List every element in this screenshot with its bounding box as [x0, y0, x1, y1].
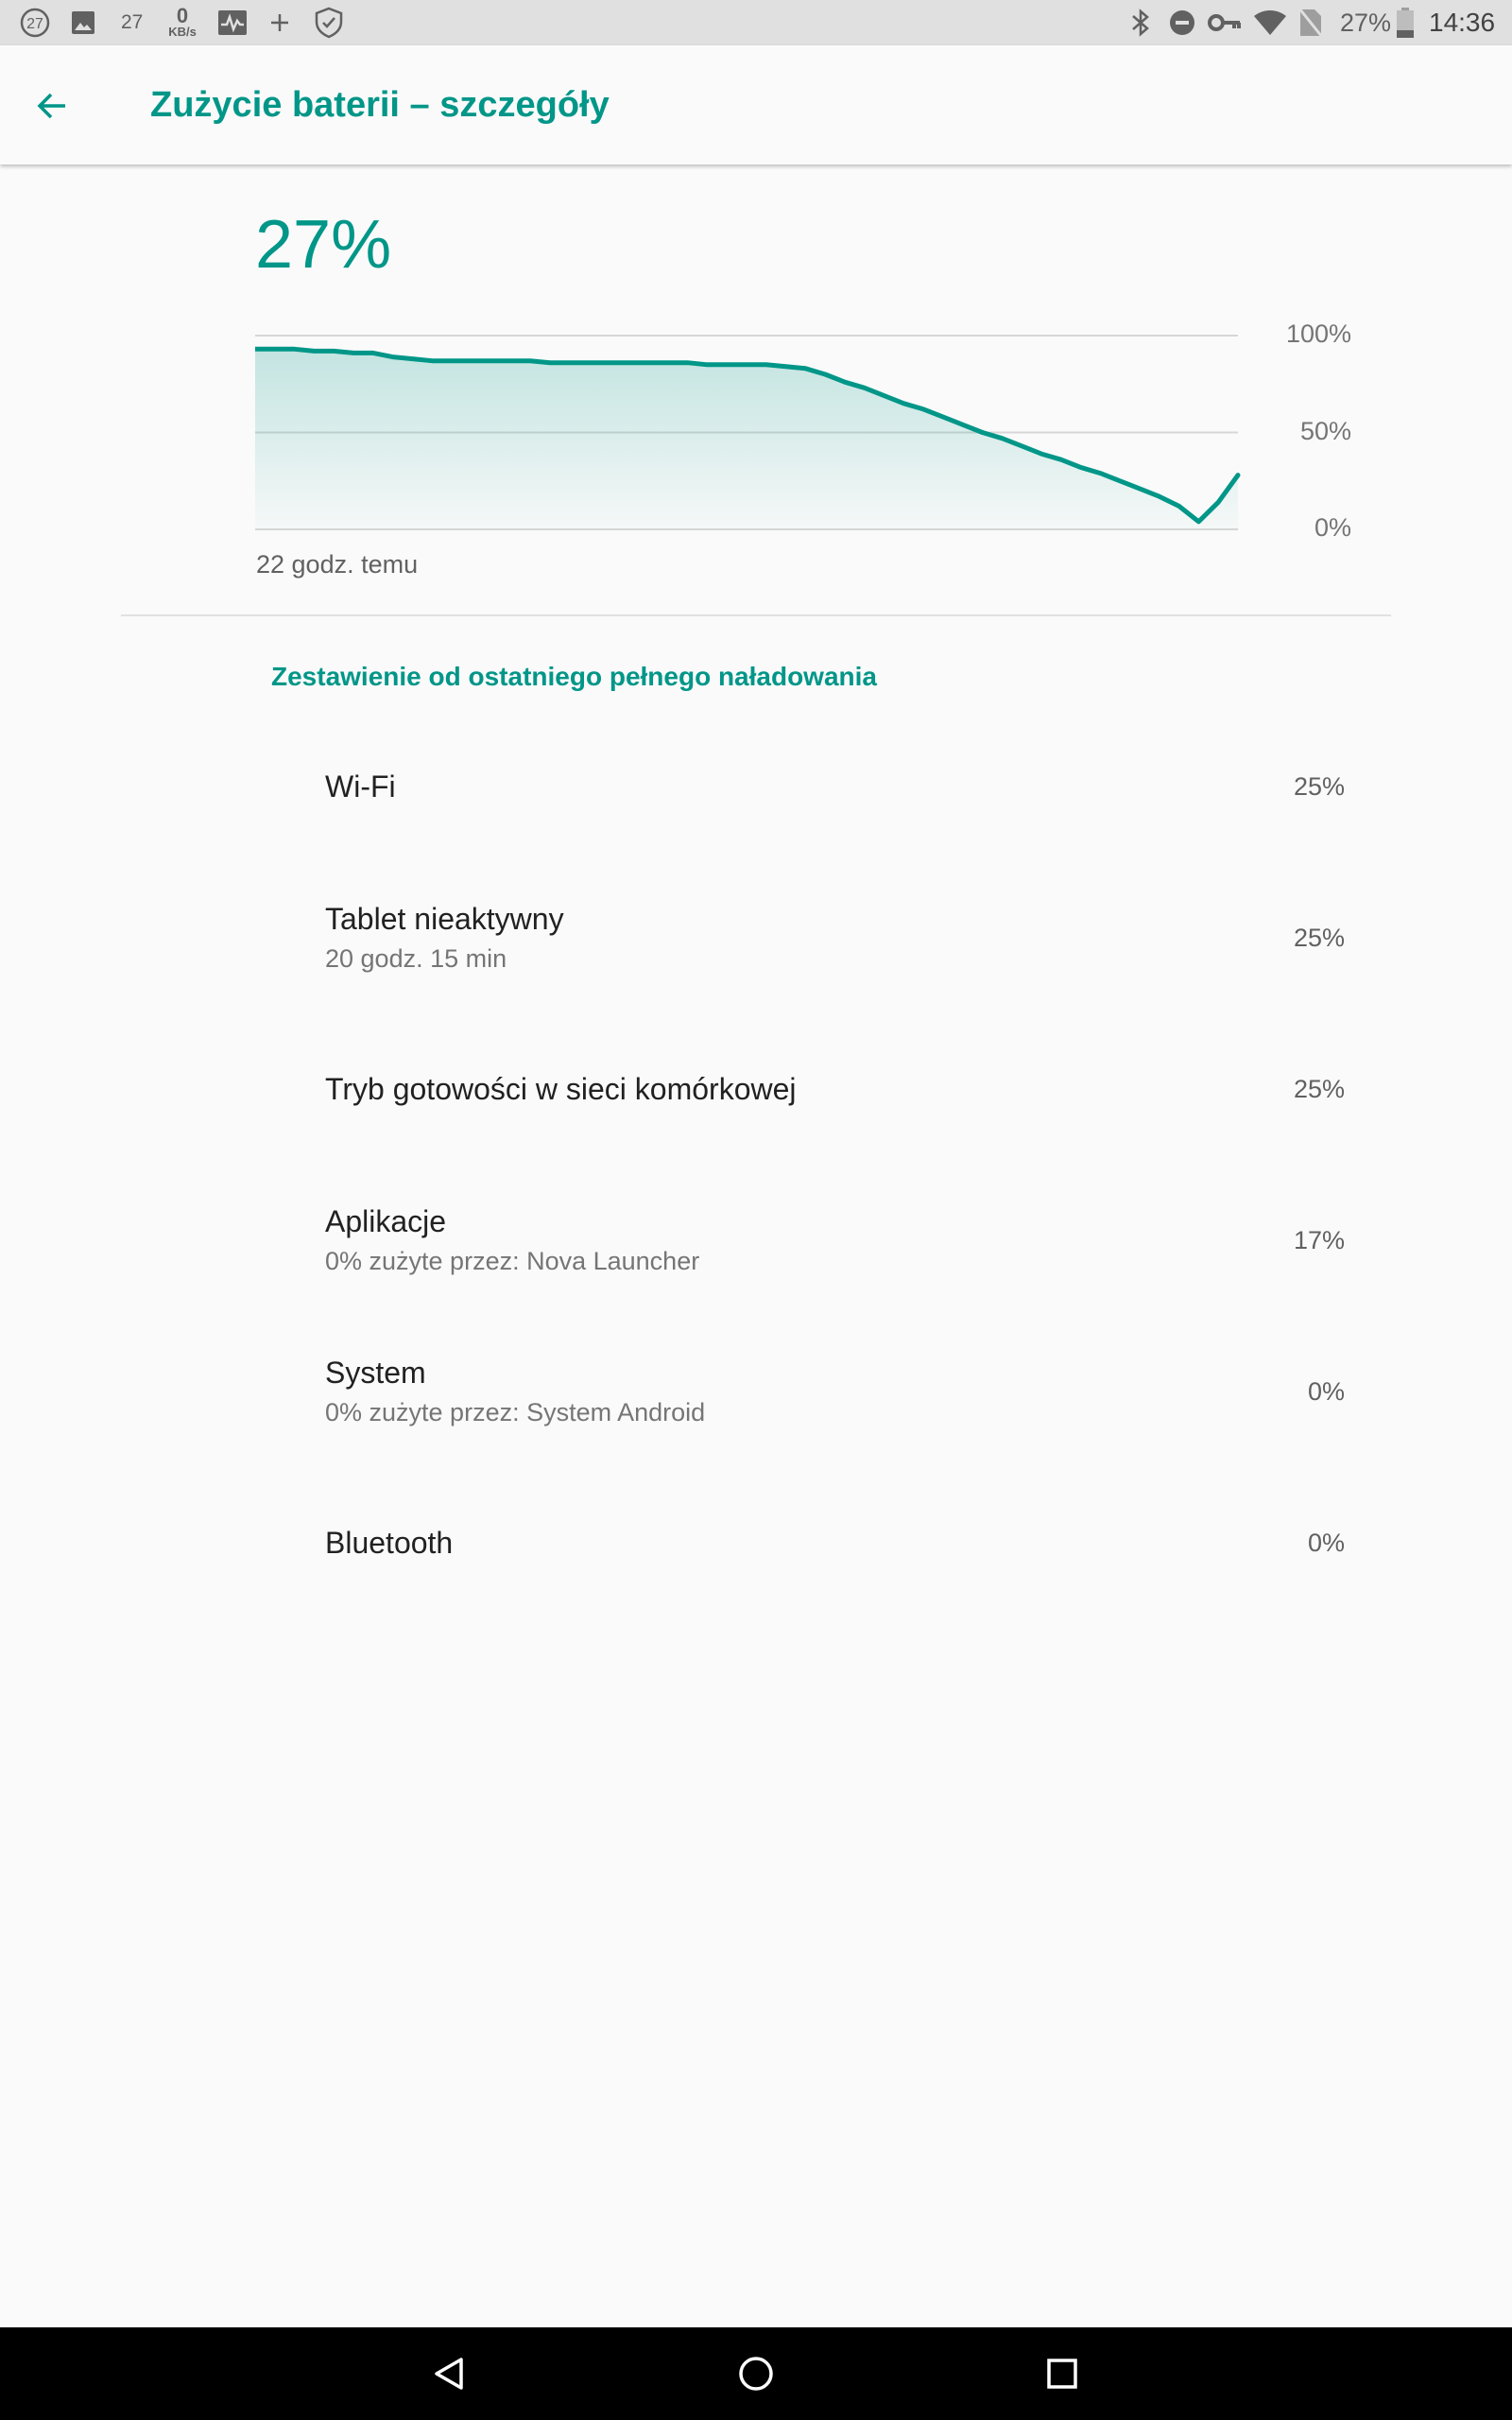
usage-item-content: System 0% zużyte przez: System Android — [325, 1316, 705, 1467]
usage-item-value: 0% — [1307, 1376, 1345, 1406]
usage-item-title: Aplikacje — [325, 1204, 447, 1238]
image-icon — [70, 0, 96, 45]
usage-item-system[interactable]: System 0% zużyte przez: System Android 0… — [0, 1316, 1512, 1467]
recents-square-icon — [1047, 2359, 1077, 2389]
vpn-key-icon — [1208, 0, 1242, 45]
usage-item-value: 25% — [1293, 1074, 1345, 1103]
usage-item-content: Bluetooth — [325, 1467, 453, 1618]
usage-item-value: 0% — [1307, 1528, 1345, 1557]
app-bar: Zużycie baterii – szczegóły — [0, 45, 1512, 164]
usage-item-summary: 0% zużyte przez: Nova Launcher — [325, 1247, 700, 1275]
battery-icon — [1397, 0, 1414, 45]
wifi-icon — [1253, 0, 1287, 45]
usage-item-apps[interactable]: Aplikacje 0% zużyte przez: Nova Launcher… — [0, 1165, 1512, 1316]
usage-item-wifi[interactable]: Wi-Fi 25% — [0, 711, 1512, 862]
usage-item-title: Tryb gotowości w sieci komórkowej — [325, 1072, 797, 1106]
back-button[interactable] — [23, 77, 81, 135]
back-triangle-icon — [435, 2358, 463, 2390]
plus-icon — [268, 0, 291, 45]
status-bar: 27 27 0 KB/s 27% 14:36 — [0, 0, 1512, 45]
net-speed-value: 0 — [176, 4, 189, 27]
usage-item-title: System — [325, 1356, 426, 1390]
notif-number: 27 — [121, 11, 144, 33]
chart-start-label: 22 godz. temu — [256, 550, 419, 579]
usage-item-tablet-idle[interactable]: Tablet nieaktywny 20 godz. 15 min 25% — [0, 862, 1512, 1013]
usage-item-content: Tablet nieaktywny 20 godz. 15 min — [325, 862, 564, 1013]
section-header: Zestawienie od ostatniego pełnego nałado… — [271, 662, 877, 691]
usage-item-title: Bluetooth — [325, 1526, 454, 1560]
usage-item-summary: 0% zużyte przez: System Android — [325, 1398, 706, 1426]
usage-item-title: Tablet nieaktywny — [325, 902, 564, 936]
do-not-disturb-icon — [1168, 0, 1196, 45]
usage-item-value: 25% — [1293, 923, 1345, 952]
activity-icon — [217, 0, 248, 45]
divider — [121, 614, 1391, 616]
usage-item-bluetooth[interactable]: Bluetooth 0% — [0, 1467, 1512, 1618]
circle-27-icon: 27 — [19, 0, 51, 45]
shield-check-icon — [314, 0, 344, 45]
arrow-back-icon — [37, 93, 65, 119]
home-circle-icon — [739, 2357, 773, 2391]
nav-home-button[interactable] — [728, 2345, 784, 2402]
net-speed: 0 KB/s — [166, 0, 198, 45]
chart-y-tick-label: 100% — [1285, 320, 1351, 348]
battery-percent: 27% — [1340, 8, 1392, 37]
chart-svg — [252, 335, 1241, 530]
usage-item-value: 25% — [1293, 771, 1345, 801]
chart-y-tick-label: 0% — [1314, 513, 1351, 542]
nav-back-button[interactable] — [421, 2345, 478, 2402]
usage-item-title: Wi-Fi — [325, 769, 396, 804]
nav-recents-button[interactable] — [1034, 2345, 1091, 2402]
notif-badge-text: 27 — [26, 16, 43, 32]
usage-item-cell-standby[interactable]: Tryb gotowości w sieci komórkowej 25% — [0, 1013, 1512, 1165]
usage-item-summary: 20 godz. 15 min — [325, 944, 507, 973]
usage-item-content: Tryb gotowości w sieci komórkowej — [325, 1013, 797, 1165]
battery-level: 27% — [255, 207, 392, 283]
chart-y-tick-label: 50% — [1299, 416, 1351, 445]
navigation-bar — [0, 2327, 1512, 2420]
net-speed-unit: KB/s — [168, 25, 197, 39]
chart-area — [255, 349, 1238, 529]
battery-history-chart: 100% 50% 0% — [252, 320, 1351, 548]
usage-item-value: 17% — [1293, 1225, 1345, 1254]
usage-item-content: Wi-Fi — [325, 711, 396, 862]
bluetooth-icon — [1130, 0, 1151, 45]
page-title: Zużycie baterii – szczegóły — [150, 85, 610, 125]
no-sim-icon — [1298, 0, 1323, 45]
usage-item-content: Aplikacje 0% zużyte przez: Nova Launcher — [325, 1165, 699, 1316]
status-time: 14:36 — [1429, 8, 1496, 37]
